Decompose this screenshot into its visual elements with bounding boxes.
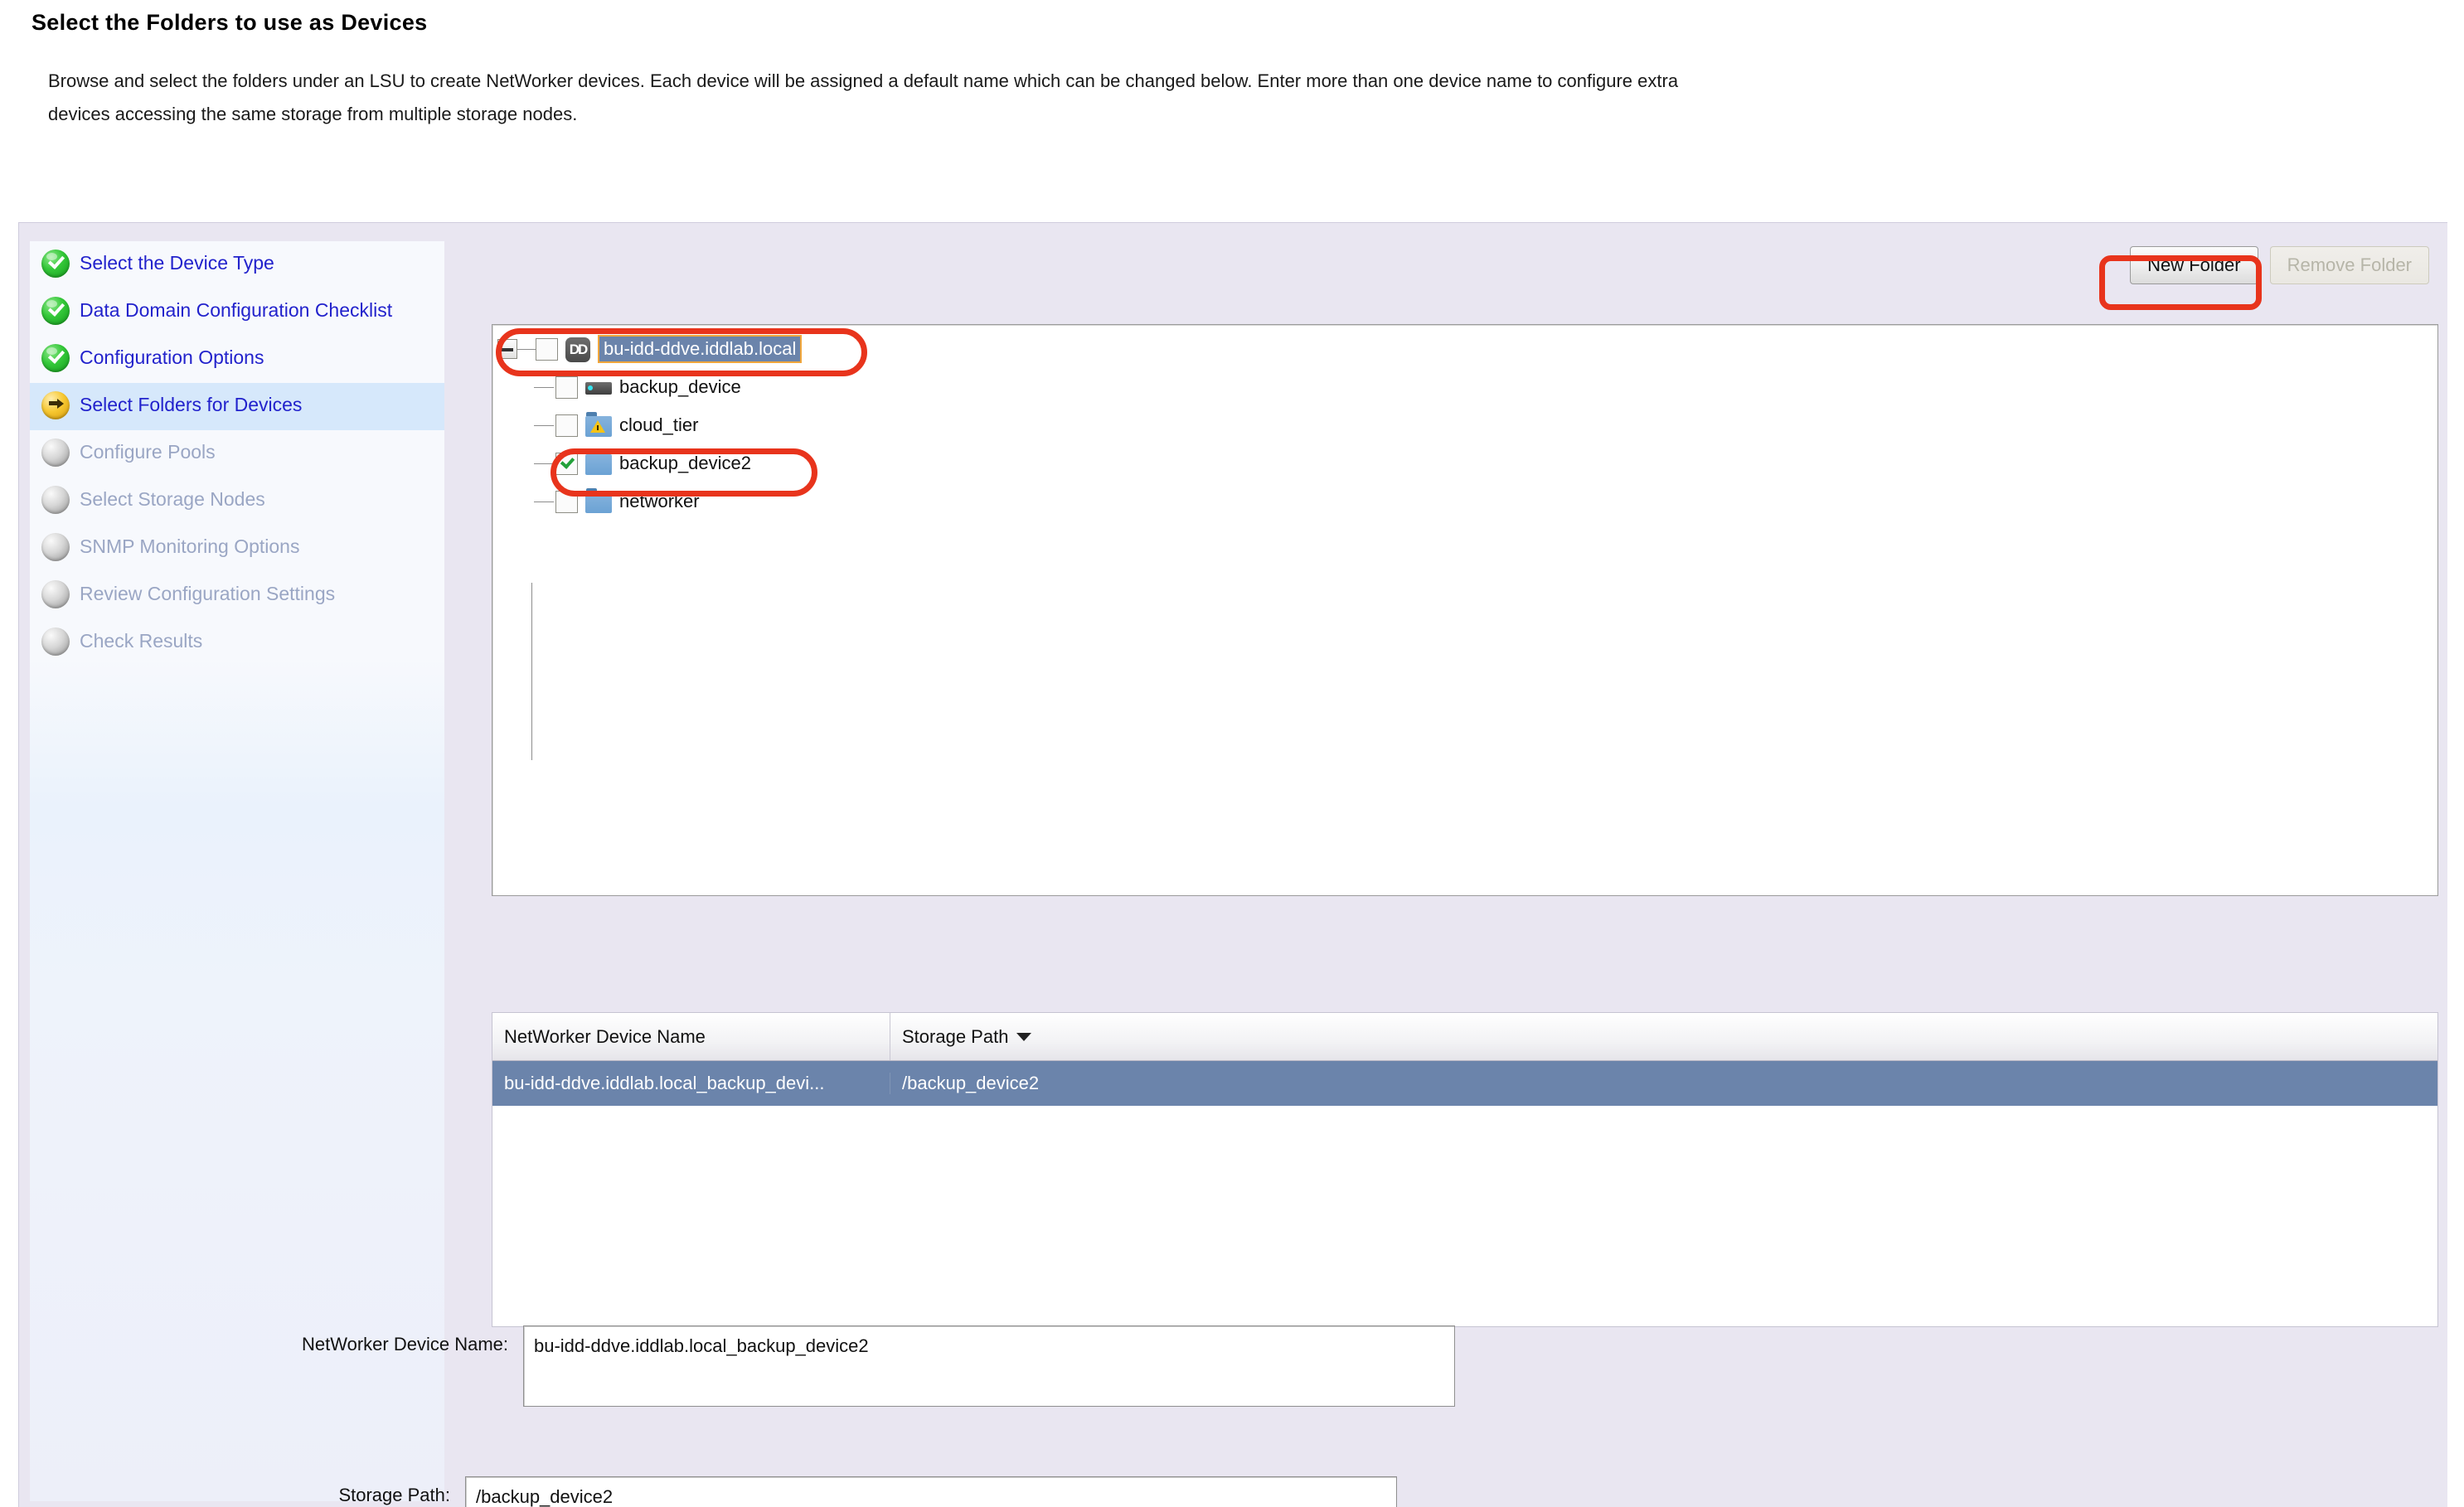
device-icon [585,376,612,399]
devices-table[interactable]: NetWorker Device Name Storage Path bu-id… [492,1012,2438,1327]
wizard-main-frame: Select the Device Type Data Domain Confi… [18,222,2447,1507]
sidebar-item-snmp-monitoring-options: SNMP Monitoring Options [30,525,444,572]
sidebar-item-data-domain-configuration-checklist[interactable]: Data Domain Configuration Checklist [30,288,444,336]
step-pending-icon [41,580,70,608]
folder-warning-icon [585,412,612,437]
step-current-arrow-icon [41,391,70,419]
sidebar-item-label: Select Folders for Devices [80,394,303,415]
sidebar-item-label: Select the Device Type [80,252,274,274]
sidebar-item-select-the-device-type[interactable]: Select the Device Type [30,241,444,288]
sidebar-item-label: Configure Pools [80,441,216,463]
tree-node-label[interactable]: backup_device [619,376,741,398]
sidebar-item-label: SNMP Monitoring Options [80,535,300,557]
page-description: Browse and select the folders under an L… [48,70,1679,124]
step-pending-icon [41,439,70,467]
column-header-storage-path[interactable]: Storage Path [890,1013,2437,1060]
sidebar-item-review-configuration-settings: Review Configuration Settings [30,572,444,619]
device-name-label: NetWorker Device Name: [302,1334,508,1354]
tree-item-checkbox[interactable] [555,414,578,437]
sidebar-item-select-storage-nodes: Select Storage Nodes [30,477,444,525]
sidebar-item-configure-pools: Configure Pools [30,430,444,477]
step-pending-icon [41,486,70,514]
sidebar-item-select-folders-for-devices[interactable]: Select Folders for Devices [30,383,444,430]
tree-line [534,386,554,388]
step-done-icon [41,344,70,372]
tree-line [534,424,554,426]
cell-device-name: bu-idd-ddve.iddlab.local_backup_devi... [492,1073,890,1094]
sidebar-item-label: Review Configuration Settings [80,583,336,604]
tree-node-label[interactable]: networker [619,491,700,512]
cell-storage-path: /backup_device2 [902,1073,1040,1093]
tree-item-checkbox[interactable] [555,452,578,475]
column-header-label: Storage Path [902,1025,1009,1047]
sidebar-item-configuration-options[interactable]: Configuration Options [30,336,444,383]
tree-node-label[interactable]: backup_device2 [619,453,751,474]
folder-icon [585,488,612,513]
storage-path-label: Storage Path: [338,1485,450,1505]
tree-root-checkbox[interactable] [536,337,558,361]
collapse-toggle-icon[interactable] [497,339,517,359]
sidebar-item-label: Configuration Options [80,346,264,368]
tree-connector-line [531,583,532,760]
step-done-icon [41,250,70,278]
step-done-icon [41,297,70,325]
tree-node-networker[interactable]: networker [496,482,2437,521]
storage-path-field-row: Storage Path: /backup_device2 [243,1476,1397,1507]
tree-node-backup-device[interactable]: backup_device [496,368,2437,406]
folder-tree-panel[interactable]: DD bu-idd-ddve.iddlab.local backup_devic… [492,324,2438,896]
sidebar-item-label: Data Domain Configuration Checklist [80,299,393,321]
tree-node-backup-device2[interactable]: backup_device2 [496,444,2437,482]
tree-line [517,348,536,350]
tree-node-label[interactable]: cloud_tier [619,414,698,436]
storage-path-input[interactable]: /backup_device2 [465,1476,1397,1507]
sidebar-item-check-results: Check Results [30,619,444,666]
tree-node-root[interactable]: DD bu-idd-ddve.iddlab.local [496,330,2437,368]
sidebar-item-label: Check Results [80,630,203,652]
folder-tree: DD bu-idd-ddve.iddlab.local backup_devic… [492,325,2437,521]
device-name-input[interactable]: bu-idd-ddve.iddlab.local_backup_device2 [523,1325,1455,1407]
tree-node-cloud-tier[interactable]: cloud_tier [496,406,2437,444]
column-header-device-name[interactable]: NetWorker Device Name [492,1013,890,1060]
tree-item-checkbox[interactable] [555,376,578,399]
page-title: Select the Folders to use as Devices [32,10,428,35]
new-folder-button[interactable]: New Folder [2130,246,2258,284]
sidebar-item-label: Select Storage Nodes [80,488,265,510]
folder-toolbar: New Folder Remove Folder [2130,246,2429,284]
remove-folder-button: Remove Folder [2269,246,2429,284]
wizard-step-sidebar: Select the Device Type Data Domain Confi… [30,241,444,1501]
device-name-field-row: NetWorker Device Name: bu-idd-ddve.iddla… [243,1325,1455,1407]
table-row[interactable]: bu-idd-ddve.iddlab.local_backup_devi... … [492,1061,2437,1106]
table-header-row: NetWorker Device Name Storage Path [492,1013,2437,1061]
step-pending-icon [41,628,70,656]
tree-line [534,463,554,464]
tree-node-label[interactable]: bu-idd-ddve.iddlab.local [597,335,803,363]
data-domain-icon: DD [565,337,592,362]
tree-item-checkbox[interactable] [555,490,578,513]
step-pending-icon [41,533,70,561]
folder-icon [585,450,612,475]
sort-descending-icon [1016,1032,1032,1041]
